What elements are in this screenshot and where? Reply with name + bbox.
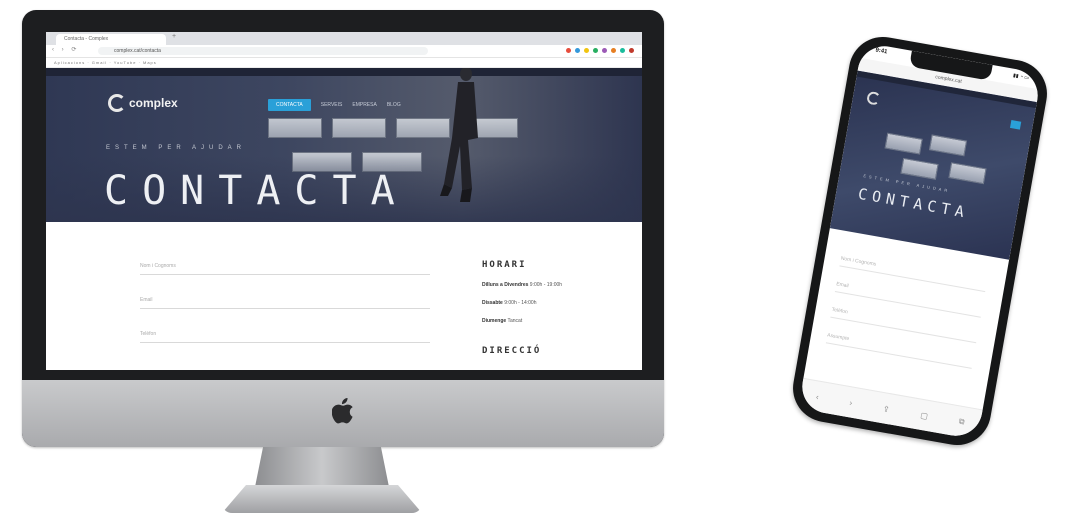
main-menu: CONTACTA SERVEIS EMPRESA BLOG (268, 99, 401, 111)
walking-person-image (440, 68, 478, 202)
top-info-strip (46, 68, 642, 76)
mobile-logo-icon[interactable] (866, 90, 882, 106)
menu-item[interactable]: SERVEIS (321, 102, 343, 108)
share-icon[interactable]: ⇪ (882, 404, 890, 414)
mobile-hero-title: CONTACTA (856, 184, 971, 222)
hero-eyebrow: ESTEM PER AJUDAR (106, 145, 247, 151)
status-time: 9:41 (874, 47, 888, 56)
imac-stand-foot (222, 485, 422, 513)
hours-line: Dilluns a Divendres 9:00h - 19:00h (482, 282, 562, 288)
iphone-device: 9:41 ▮▮ ◔ ▭ complex.cat ESTEM PER AJUDAR… (787, 31, 1053, 451)
ceiling-light (900, 157, 939, 180)
imac-screen: Contacta - Complex + ‹ › ⟳ complex.cat/c… (46, 32, 642, 370)
hours-label: Dissabte (482, 300, 503, 306)
hours-line: Diumenge Tancat (482, 318, 522, 324)
hours-line: Dissabte 9:00h - 14:00h (482, 300, 536, 306)
browser-tab[interactable]: Contacta - Complex (56, 34, 166, 45)
hamburger-menu-icon[interactable] (1010, 120, 1022, 130)
hero-title: CONTACTA (104, 168, 409, 214)
mobile-hero: ESTEM PER AJUDAR CONTACTA (829, 70, 1037, 260)
ceiling-light (332, 118, 386, 138)
address-bar[interactable]: complex.cat/contacta (98, 47, 428, 55)
logo-text: complex (129, 96, 178, 110)
ceiling-light (268, 118, 322, 138)
ceiling-light (948, 162, 987, 185)
ceiling-light (884, 132, 923, 155)
contact-section: Nom i Cognoms Email Telèfon HORARI Dillu… (46, 222, 642, 370)
browser-extension-icon[interactable] (575, 48, 580, 53)
address-heading: DIRECCIÓ (482, 346, 542, 356)
browser-extension-icon[interactable] (611, 48, 616, 53)
email-field[interactable]: Email (140, 292, 430, 309)
hours-heading: HORARI (482, 260, 527, 270)
menu-item[interactable]: BLOG (387, 102, 401, 108)
imac-stand-neck (255, 447, 389, 487)
imac-computer: Contacta - Complex + ‹ › ⟳ complex.cat/c… (22, 10, 664, 447)
new-tab-icon[interactable]: + (172, 33, 176, 40)
browser-extension-icon[interactable] (584, 48, 589, 53)
back-icon[interactable]: ‹ (815, 392, 819, 401)
hours-value: Tancat (507, 318, 523, 324)
browser-extension-icon[interactable] (602, 48, 607, 53)
browser-extension-icon[interactable] (566, 48, 571, 53)
hours-label: Dilluns a Divendres (482, 282, 529, 288)
bookmarks-bar[interactable]: Aplicacions · Gmail · YouTube · Maps (46, 58, 642, 68)
ceiling-light (928, 134, 968, 157)
hero-banner: complex CONTACTA SERVEIS EMPRESA BLOG ES… (46, 68, 642, 222)
forward-icon[interactable]: › (849, 398, 853, 407)
menu-item-contacta[interactable]: CONTACTA (268, 99, 311, 111)
hours-value: 9:00h - 19:00h (529, 282, 563, 288)
name-field[interactable]: Nom i Cognoms (140, 258, 430, 275)
browser-extension-icon[interactable] (620, 48, 625, 53)
browser-nav-arrows-icon[interactable]: ‹ › ⟳ (52, 46, 79, 53)
browser-tab-bar: Contacta - Complex + (46, 32, 642, 45)
browser-extension-icon[interactable] (593, 48, 598, 53)
status-icons: ▮▮ ◔ ▭ (1012, 72, 1030, 82)
phone-field[interactable]: Telèfon (140, 326, 430, 343)
extension-icons (566, 48, 634, 54)
iphone-screen: 9:41 ▮▮ ◔ ▭ complex.cat ESTEM PER AJUDAR… (798, 42, 1042, 440)
hours-label: Diumenge (482, 318, 507, 324)
menu-item[interactable]: EMPRESA (352, 102, 376, 108)
browser-toolbar: ‹ › ⟳ complex.cat/contacta (46, 45, 642, 58)
browser-extension-icon[interactable] (629, 48, 634, 53)
tabs-icon[interactable]: ⧉ (958, 417, 965, 428)
bookmarks-icon[interactable]: ▢ (920, 410, 929, 420)
hours-value: 9:00h - 14:00h (504, 300, 537, 306)
apple-logo-icon (332, 398, 353, 424)
logo-ring-icon (108, 94, 126, 112)
site-logo[interactable]: complex (108, 94, 178, 112)
